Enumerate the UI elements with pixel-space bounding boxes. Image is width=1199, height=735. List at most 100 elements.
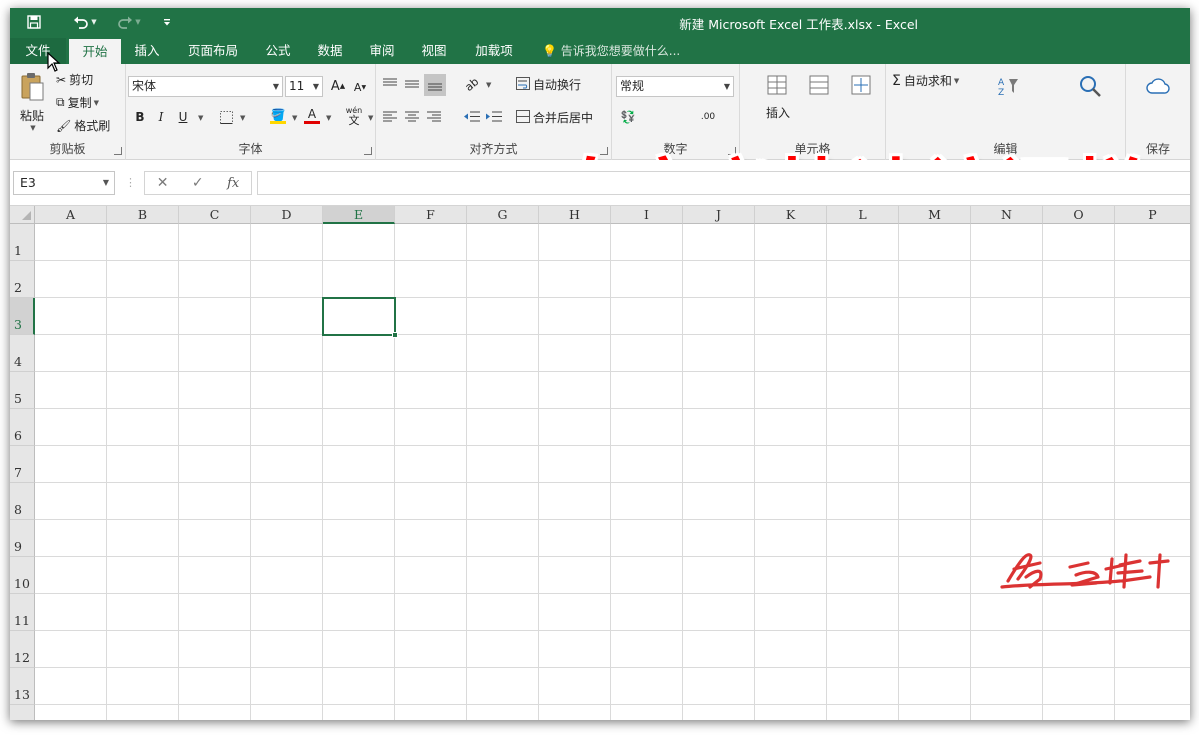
tell-me-box[interactable]: 💡 告诉我您想要做什么... (542, 38, 680, 64)
row-header-6[interactable]: 6 (10, 409, 35, 446)
increase-font-size-icon[interactable]: A ▲ (328, 76, 348, 96)
row-header-2[interactable]: 2 (10, 261, 35, 298)
align-left-icon[interactable] (380, 106, 400, 126)
increase-indent-icon[interactable] (484, 106, 504, 126)
underline-button[interactable]: U (173, 107, 193, 127)
chevron-down-icon: ▼ (312, 82, 319, 91)
row-header-3[interactable]: 3 (10, 298, 35, 335)
column-header-p[interactable]: P (1115, 206, 1190, 224)
row-header-4[interactable]: 4 (10, 335, 35, 372)
tab-formulas[interactable]: 公式 (256, 38, 300, 64)
column-header-a[interactable]: A (35, 206, 107, 224)
column-header-e[interactable]: E (323, 206, 395, 224)
align-top-icon[interactable] (380, 74, 400, 94)
tab-home[interactable]: 开始 (69, 39, 121, 64)
column-header-b[interactable]: B (107, 206, 179, 224)
select-all-button[interactable] (10, 206, 35, 224)
format-cells-icon[interactable] (848, 72, 874, 98)
delete-cells-icon[interactable] (806, 72, 832, 98)
row-header-13[interactable]: 13 (10, 668, 35, 705)
svg-text:Z: Z (998, 88, 1004, 97)
cancel-icon[interactable]: ✕ (157, 175, 169, 191)
formula-bar-grip-icon[interactable]: ⋮ (125, 176, 136, 189)
column-header-f[interactable]: F (395, 206, 467, 224)
enter-icon[interactable]: ✓ (192, 175, 204, 191)
paste-button[interactable]: 粘贴 ▼ (16, 72, 48, 132)
italic-button[interactable]: I (151, 107, 171, 127)
phonetic-guide-icon[interactable]: wén 文 (344, 104, 364, 128)
tab-review[interactable]: 审阅 (360, 38, 404, 64)
row-header-12[interactable]: 12 (10, 631, 35, 668)
tab-data[interactable]: 数据 (308, 38, 352, 64)
cloud-save-icon[interactable] (1144, 72, 1172, 100)
chevron-down-icon[interactable]: ▼ (368, 114, 373, 122)
dialog-launcher-icon[interactable] (364, 147, 372, 155)
insert-button[interactable]: 插入 (766, 104, 790, 121)
currency-icon[interactable]: 💱 (618, 107, 638, 127)
column-header-c[interactable]: C (179, 206, 251, 224)
column-header-g[interactable]: G (467, 206, 539, 224)
chevron-down-icon[interactable]: ▼ (486, 81, 491, 89)
row-header-5[interactable]: 5 (10, 372, 35, 409)
active-cell[interactable] (322, 297, 396, 336)
cut-button[interactable]: ✂ 剪切 (56, 71, 93, 88)
fill-color-icon[interactable]: 🪣 (268, 106, 288, 126)
font-name-combo[interactable]: 宋体 ▼ (128, 76, 283, 97)
row-header-10[interactable]: 10 (10, 557, 35, 594)
column-header-n[interactable]: N (971, 206, 1043, 224)
align-center-icon[interactable] (402, 106, 422, 126)
insert-cells-icon[interactable] (764, 72, 790, 98)
merge-center-button[interactable]: 合并后居中 (516, 109, 593, 126)
insert-function-icon[interactable]: fx (227, 176, 239, 191)
align-right-icon[interactable] (424, 106, 444, 126)
column-header-k[interactable]: K (755, 206, 827, 224)
row-header-14[interactable] (10, 705, 35, 720)
gridline (35, 371, 1190, 372)
gridline (35, 334, 1190, 335)
row-header-7[interactable]: 7 (10, 446, 35, 483)
autosum-button[interactable]: Σ 自动求和 ▼ (892, 72, 959, 89)
wrap-text-button[interactable]: 自动换行 (516, 76, 581, 93)
name-box[interactable]: E3 ▼ (13, 171, 115, 195)
column-header-d[interactable]: D (251, 206, 323, 224)
row-header-9[interactable]: 9 (10, 520, 35, 557)
column-header-o[interactable]: O (1043, 206, 1115, 224)
format-painter-button[interactable]: 🖌 格式刷 (56, 117, 110, 134)
column-header-m[interactable]: M (899, 206, 971, 224)
column-header-j[interactable]: J (683, 206, 755, 224)
row-header-11[interactable]: 11 (10, 594, 35, 631)
row-header-1[interactable]: 1 (10, 224, 35, 261)
decimal-icon[interactable]: .00 (698, 107, 718, 127)
tab-addins[interactable]: 加载项 (464, 38, 524, 64)
number-format-combo[interactable]: 常规 ▼ (616, 76, 734, 97)
bold-button[interactable]: B (130, 107, 150, 127)
gridline (538, 224, 539, 720)
column-header-l[interactable]: L (827, 206, 899, 224)
decrease-font-size-icon[interactable]: A ▼ (350, 77, 370, 97)
find-select-icon[interactable] (1076, 72, 1104, 100)
chevron-down-icon[interactable]: ▼ (326, 114, 331, 122)
tab-view[interactable]: 视图 (412, 38, 456, 64)
row-header-8[interactable]: 8 (10, 483, 35, 520)
column-header-h[interactable]: H (539, 206, 611, 224)
fill-handle[interactable] (392, 332, 398, 338)
orientation-icon[interactable]: ab (462, 74, 482, 94)
dialog-launcher-icon[interactable] (114, 147, 122, 155)
column-header-i[interactable]: I (611, 206, 683, 224)
tab-insert[interactable]: 插入 (124, 38, 170, 64)
border-icon[interactable] (216, 107, 236, 127)
formula-input[interactable] (257, 171, 1190, 195)
chevron-down-icon[interactable]: ▼ (292, 114, 297, 122)
sort-filter-icon[interactable]: AZ (994, 72, 1022, 100)
chevron-down-icon[interactable]: ▼ (240, 114, 245, 122)
copy-button[interactable]: ⧉ 复制 ▼ (56, 94, 99, 111)
align-bottom-icon[interactable] (424, 74, 446, 96)
decrease-indent-icon[interactable] (462, 106, 482, 126)
tab-page-layout[interactable]: 页面布局 (178, 38, 248, 64)
font-size-combo[interactable]: 11 ▼ (285, 76, 323, 97)
wrap-text-icon (516, 76, 530, 93)
align-middle-icon[interactable] (402, 74, 422, 94)
chevron-down-icon[interactable]: ▼ (198, 114, 203, 122)
gridline (1042, 224, 1043, 720)
font-color-icon[interactable]: A (302, 106, 322, 126)
